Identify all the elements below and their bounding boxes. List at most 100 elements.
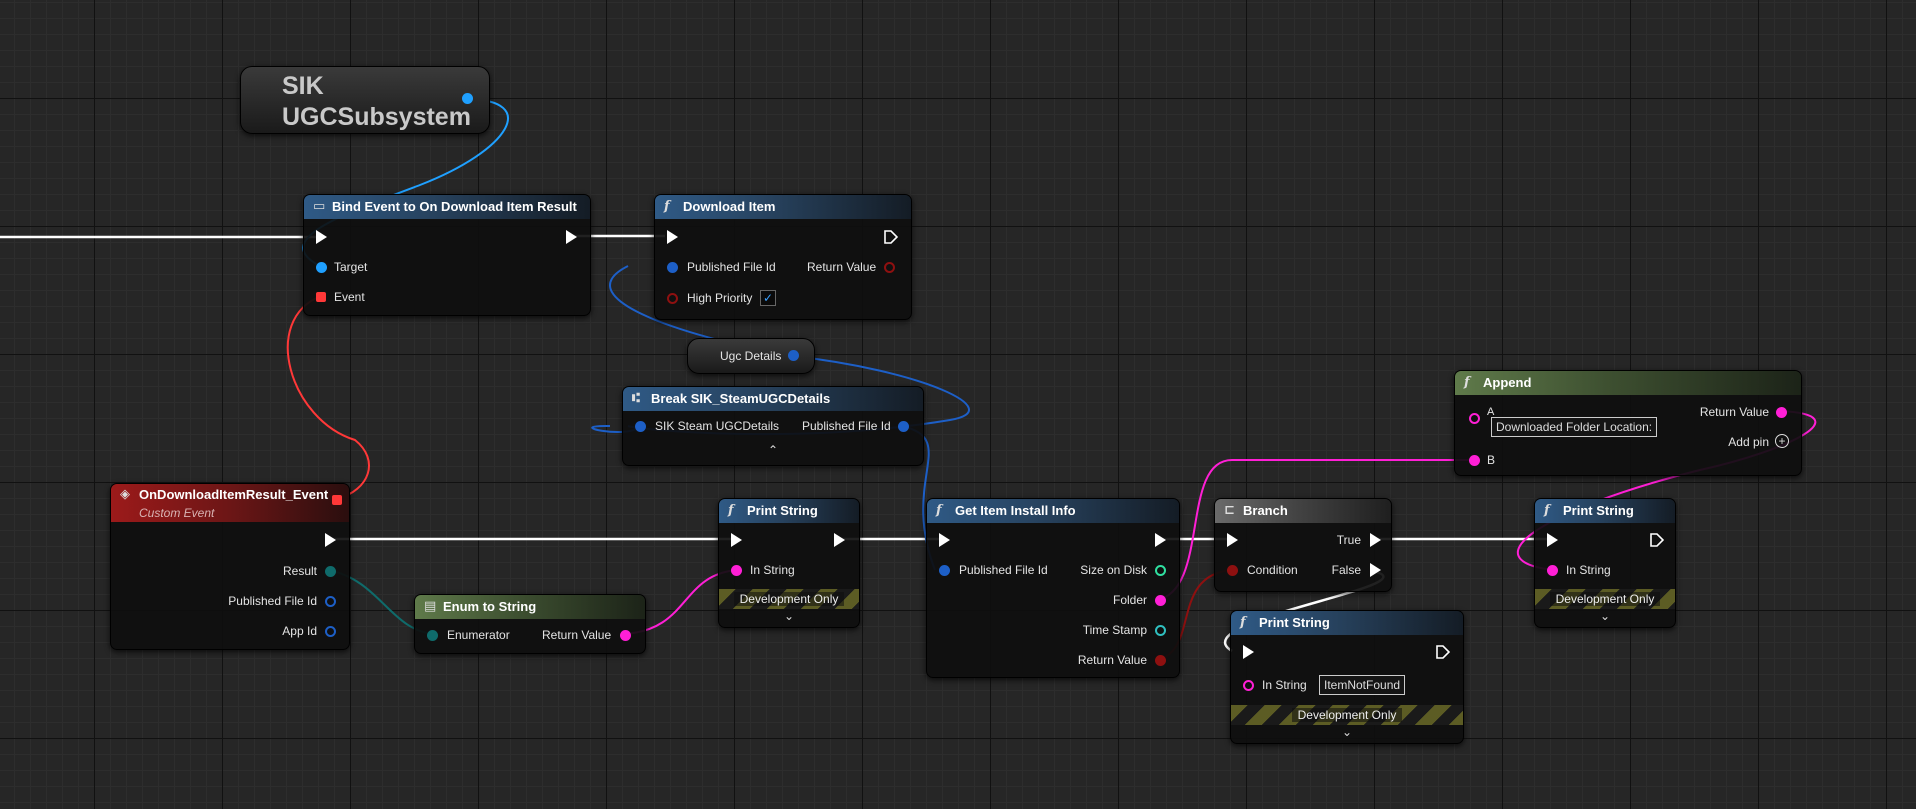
print-string-1-expand-button[interactable]: ⌄ [719,609,859,623]
enum-to-string-input-pin[interactable] [427,630,438,641]
delegate-wires [286,295,370,500]
print-string-2-dev-banner: Development Only [1231,705,1463,725]
get-install-info-node[interactable]: f Get Item Install Info Published File I… [926,498,1180,678]
print-string-1-exec-in[interactable] [731,533,742,547]
print-string-1-node[interactable]: f Print String In String Development Onl… [718,498,860,628]
enum-icon: ▤ [424,599,437,614]
print-string-2-exec-in[interactable] [1243,645,1254,659]
break-struct-icon: ⑆ [632,391,640,406]
custom-event-result-pin[interactable] [325,566,336,577]
get-install-info-file-id-pin[interactable] [939,565,950,576]
custom-event-delegate-pin[interactable] [332,495,342,505]
branch-title: Branch [1243,503,1288,518]
ugc-subsystem-title: SIK UGCSubsystem [282,72,471,131]
download-item-node[interactable]: f Download Item Published File Id Return… [654,194,912,320]
print-string-1-in-pin[interactable] [731,565,742,576]
print-string-1-exec-out[interactable] [834,533,845,547]
download-item-exec-in[interactable] [667,230,678,244]
custom-event-title: OnDownloadItemResult_Event [139,487,329,502]
ugc-details-output-pin[interactable] [788,350,799,361]
print-string-3-expand-button[interactable]: ⌄ [1535,609,1675,623]
print-string-1-dev-banner: Development Only [719,589,859,609]
print-string-3-in-pin[interactable] [1547,565,1558,576]
custom-event-exec-out[interactable] [325,533,336,547]
print-string-2-in-pin[interactable] [1243,680,1254,691]
ugc-details-node[interactable]: Ugc Details [687,338,815,374]
bind-event-exec-out[interactable] [566,230,577,244]
get-install-info-timestamp-label: Time Stamp [1082,623,1147,637]
branch-condition-label: Condition [1247,563,1298,577]
bind-event-node[interactable]: ▭ Bind Event to On Download Item Result … [303,194,591,316]
print-string-2-node[interactable]: f Print String In String ItemNotFound De… [1230,610,1464,744]
custom-event-file-id-pin[interactable] [325,596,336,607]
branch-false-exec[interactable] [1370,563,1381,577]
branch-exec-in[interactable] [1227,533,1238,547]
ugc-subsystem-node[interactable]: SIK UGCSubsystem [240,66,490,134]
enum-to-string-input-label: Enumerator [447,628,510,642]
function-icon: f [936,503,942,518]
branch-node[interactable]: ⊏ Branch True Condition False [1214,498,1392,592]
append-node[interactable]: f Append A Downloaded Folder Location: R… [1454,370,1802,476]
ugc-details-label: Ugc Details [720,349,782,363]
bind-event-header: ▭ Bind Event to On Download Item Result [304,195,590,219]
branch-true-exec[interactable] [1370,533,1381,547]
get-install-info-return-label: Return Value [1077,653,1147,667]
bind-event-event-label: Event [334,290,365,304]
branch-icon: ⊏ [1224,503,1235,518]
get-install-info-return-pin[interactable] [1155,655,1166,666]
get-install-info-folder-pin[interactable] [1155,595,1166,606]
print-string-2-expand-button[interactable]: ⌄ [1231,725,1463,739]
get-install-info-timestamp-pin[interactable] [1155,625,1166,636]
add-pin-icon[interactable]: + [1775,434,1789,448]
download-item-priority-pin[interactable] [667,293,678,304]
print-string-3-dev-banner: Development Only [1535,589,1675,609]
break-details-input-pin[interactable] [635,421,646,432]
download-item-return-pin[interactable] [884,262,895,273]
enum-to-string-output-pin[interactable] [620,630,631,641]
append-add-pin-label[interactable]: Add pin [1728,435,1769,449]
function-icon: f [1240,615,1246,630]
print-string-3-exec-out[interactable] [1650,533,1664,547]
break-details-node[interactable]: ⑆ Break SIK_SteamUGCDetails SIK Steam UG… [622,386,924,466]
append-b-label: B [1487,453,1496,467]
print-string-1-in-label: In String [750,563,795,577]
print-string-1-dev-label: Development Only [733,592,845,606]
print-string-2-in-value[interactable]: ItemNotFound [1319,675,1406,695]
ugc-subsystem-output-pin[interactable] [462,93,473,104]
get-install-info-folder-label: Folder [1112,593,1147,607]
enum-to-string-output-label: Return Value [542,628,612,642]
enum-to-string-node[interactable]: ▤ Enum to String Enumerator Return Value [414,594,646,654]
download-item-priority-label: High Priority [687,291,753,305]
print-string-3-node[interactable]: f Print String In String Development Onl… [1534,498,1676,628]
bind-event-exec-in[interactable] [316,230,327,244]
break-details-output-label: Published File Id [802,419,891,433]
high-priority-checkbox[interactable]: ✓ [760,290,776,306]
custom-event-node[interactable]: ◈ OnDownloadItemResult_Event Custom Even… [110,483,350,650]
get-install-info-header: f Get Item Install Info [927,499,1179,523]
print-string-3-exec-in[interactable] [1547,533,1558,547]
bind-event-event-pin[interactable] [316,292,326,302]
download-item-exec-out[interactable] [884,230,898,244]
append-b-pin[interactable] [1469,455,1480,466]
branch-false-label: False [1331,563,1361,577]
enum-to-string-header: ▤ Enum to String [415,595,645,619]
bind-event-target-pin[interactable] [316,262,327,273]
function-icon: f [664,199,670,214]
append-a-value[interactable]: Downloaded Folder Location: [1491,417,1658,437]
break-details-output-pin[interactable] [898,421,909,432]
append-a-pin[interactable] [1469,413,1480,424]
print-string-1-title: Print String [747,503,818,518]
break-details-expand-button[interactable]: ⌃ [623,443,923,457]
get-install-info-exec-in[interactable] [939,533,950,547]
custom-event-app-id-pin[interactable] [325,626,336,637]
get-install-info-exec-out[interactable] [1155,533,1166,547]
append-return-pin[interactable] [1776,407,1787,418]
bind-event-target-label: Target [334,260,368,274]
get-install-info-size-pin[interactable] [1155,565,1166,576]
print-string-2-in-label: In String [1262,678,1307,692]
print-string-2-exec-out[interactable] [1436,645,1450,659]
download-item-file-id-label: Published File Id [687,260,776,274]
download-item-file-id-pin[interactable] [667,262,678,273]
download-item-header: f Download Item [655,195,911,219]
branch-condition-pin[interactable] [1227,565,1238,576]
